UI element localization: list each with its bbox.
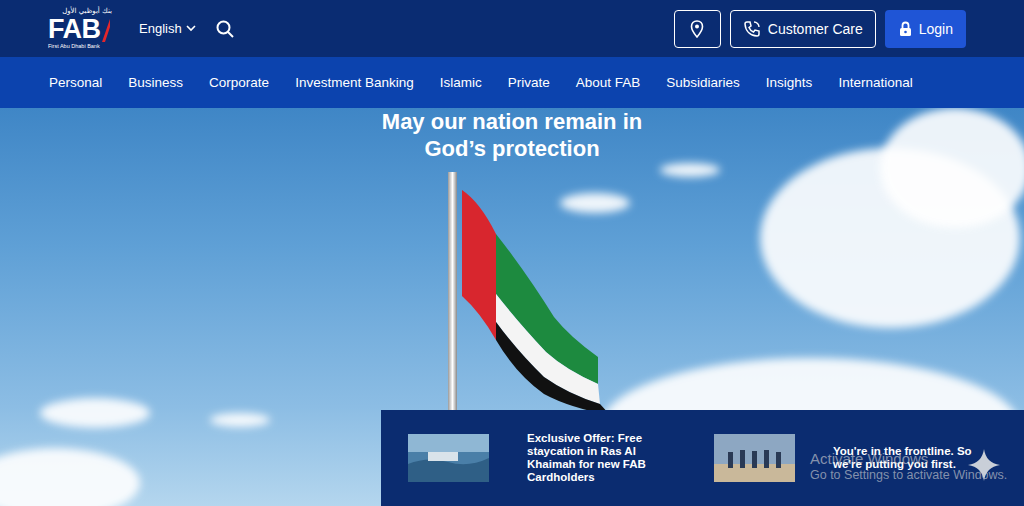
logo-caption: First Abu Dhabi Bank [48,44,124,50]
search-icon[interactable] [216,20,234,38]
hero-headline: May our nation remain inGod’s protection [0,108,1024,162]
main-nav: Personal Business Corporate Investment Bank… [0,57,1024,108]
logo-text: FAB [48,16,101,43]
promo-thumbnail-icon[interactable] [408,434,489,482]
headline-line: God’s protection [424,135,599,162]
nav-item[interactable]: Corporate [209,75,269,90]
promo-thumbnail-icon[interactable] [714,434,795,482]
hero-banner: May our nation remain inGod’s protection… [0,108,1024,506]
promo-text[interactable]: Exclusive Offer: Free staycation in Ras … [527,432,677,484]
lock-icon[interactable] [899,21,912,37]
headline-line: May our nation remain in [382,108,642,135]
caret-down-icon[interactable] [186,25,196,32]
promo-card[interactable]: Exclusive Offer: Free staycation in Ras … [408,432,714,484]
language-selector[interactable]: English [139,21,196,36]
nav-item[interactable]: International [838,75,912,90]
nav-item[interactable]: Subsidiaries [666,75,740,90]
locator-button[interactable] [674,10,721,48]
customer-care-label[interactable]: Customer Care [768,21,863,37]
language-label[interactable]: English [139,21,182,36]
search-button[interactable] [216,20,234,38]
location-pin-icon[interactable] [690,20,704,38]
nav-item[interactable]: Islamic [440,75,482,90]
uae-flag-icon [446,172,616,422]
nav-item[interactable]: Personal [49,75,102,90]
nav-item[interactable]: Business [128,75,183,90]
watermark-subtitle: Go to Settings to activate Windows. [810,467,1007,483]
nav-item[interactable]: About FAB [576,75,641,90]
nav-item[interactable]: Investment Banking [295,75,414,90]
customer-care-button[interactable]: Customer Care [730,10,876,48]
logo-slash-icon [101,17,111,43]
nav-item[interactable]: Insights [766,75,813,90]
login-button[interactable]: Login [885,10,966,48]
top-bar: بنك أبوظبي الأولFABFirst Abu Dhabi Bank E… [0,0,1024,57]
login-label[interactable]: Login [919,21,953,37]
logo-arabic: بنك أبوظبي الأول [62,8,112,15]
nav-item[interactable]: Private [508,75,550,90]
phone-icon[interactable] [743,20,761,38]
fab-logo[interactable]: بنك أبوظبي الأولFABFirst Abu Dhabi Bank [48,8,124,50]
sparkle-icon[interactable] [967,448,1001,482]
